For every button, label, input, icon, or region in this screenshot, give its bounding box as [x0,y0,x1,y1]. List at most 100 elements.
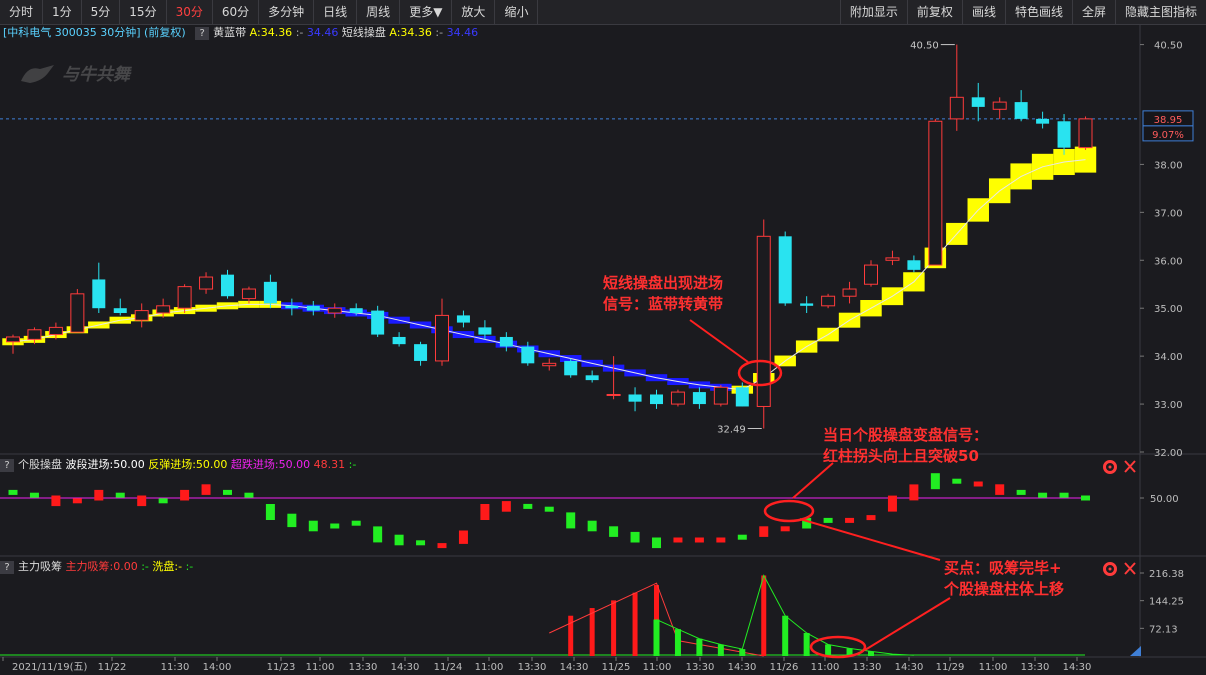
price-tick-label: 36.00 [1154,256,1183,267]
band-segment [474,335,496,343]
toolbar-button[interactable]: 特色画线 [1004,0,1072,24]
toolbar-button[interactable]: 多分钟 [259,0,315,24]
candle-body [992,101,1007,110]
close-icon[interactable] [1124,562,1136,575]
toolbar-button[interactable]: 放大 [452,0,496,24]
time-tick-label: 11:00 [811,662,840,673]
sub1-bar [780,526,790,532]
sub1-bar [437,543,447,549]
time-tick-label: 14:30 [1063,662,1092,673]
time-tick-label: 11:00 [306,662,335,673]
current-price-box [1142,110,1194,127]
price-tick-label: 34.00 [1154,352,1183,363]
toolbar-button[interactable]: 15分 [120,0,167,24]
sub1-bar [930,473,940,490]
annotation-entry-signal: 短线操盘出现进场 信号：蓝带转黄带 [603,273,723,315]
band-segment [345,309,367,317]
annotation-arrow [792,462,834,499]
band-segment [1053,149,1075,176]
toolbar-button[interactable]: 1分 [43,0,82,24]
toolbar-button[interactable]: 更多▼ [400,0,453,24]
sub2-green-bar [803,632,810,656]
band-segment [881,287,904,306]
sub1-bar [201,484,211,495]
sub1-bar [630,531,640,543]
band-segment [130,314,153,322]
sub2-axis-label: 72.13 [1149,624,1178,635]
annotation-buy-point: 买点：吸筹完毕+ 个股操盘柱体上移 [944,558,1064,600]
sub1-bar [29,492,39,498]
candle-body [306,305,320,311]
help-icon[interactable]: ? [0,458,14,472]
candle-body [542,362,557,367]
toolbar-button[interactable]: 缩小 [495,0,539,24]
toolbar-button[interactable]: 附加显示 [839,0,907,24]
help-icon[interactable]: ? [195,26,210,40]
annotation-ellipse [737,359,783,387]
candle-body [478,327,492,335]
candle-body [70,293,85,333]
toolbar-button[interactable]: 60分 [213,0,260,24]
toolbar-button[interactable]: 画线 [961,0,1005,24]
ind1-sep: :- [295,26,304,39]
band-segment [238,300,260,308]
period-tabs: 分时 1分 5分 15分 30分 60分 多分钟 日线 周线 更多▼ 放大 缩小 [0,0,539,24]
sub1-bar [351,520,361,526]
sub1-bar [694,537,704,543]
candle-body [778,236,792,304]
candle-body [521,346,535,364]
toolbar-button[interactable]: 前复权 [906,0,962,24]
sub1-bar [51,495,61,507]
close-icon[interactable] [1124,460,1136,473]
candle-body [414,344,428,361]
candle-body [27,329,42,340]
ind2-value-b: 34.46 [446,26,479,39]
band-segment [924,247,947,269]
toolbar-button[interactable]: 全屏 [1071,0,1115,24]
toolbar-button[interactable]: 日线 [314,0,358,24]
annotation-line: 红柱拐头向上且突破50 [823,447,979,465]
toolbar-button[interactable]: 30分 [167,0,213,24]
toolbar-button[interactable]: 周线 [357,0,401,24]
toolbar-button[interactable]: 隐藏主图指标 [1114,0,1206,24]
time-tick-label: 13:30 [518,662,547,673]
toolbar-button[interactable]: 5分 [82,0,121,24]
toolbar-button[interactable]: 分时 [0,0,44,24]
sub1-param4: 48.31 [313,458,346,471]
time-tick-label: 11/26 [770,662,799,673]
sub1-bar [223,489,232,495]
time-tick-label: 11:00 [475,662,504,673]
gear-icon[interactable] [1103,460,1117,474]
sub1-bar [394,534,404,546]
help-icon[interactable]: ? [0,560,14,574]
candle-body [949,96,964,120]
candle-body [928,120,943,266]
change-label: 9.07% [1152,130,1184,141]
sub1-bar [802,517,812,529]
annotation-line: 短线操盘出现进场 [603,274,724,292]
price-tick-label: 35.00 [1154,304,1183,315]
candle-body [842,288,857,297]
ind2-sep: :- [435,26,444,39]
candle-body [156,305,171,314]
band-segment [495,340,518,348]
sub1-bar [544,506,554,512]
stock-title[interactable]: [中科电气 300035 30分钟] (前复权) [3,26,186,39]
band-segment [1031,153,1054,180]
candle-body [92,279,106,309]
sub1-bar [158,498,168,504]
gear-icon[interactable] [1103,562,1117,576]
sub2-green-line [656,574,914,656]
sub1-bar [737,534,747,540]
candle-body [735,387,749,407]
sub1-bar [1059,492,1069,498]
time-tick-label: 13:30 [349,662,378,673]
candle-body [371,310,385,335]
sub1-bar [973,481,983,487]
band-segment [710,383,732,391]
period-toolbar: 分时 1分 5分 15分 30分 60分 多分钟 日线 周线 更多▼ 放大 缩小 附加显示 前复权 画线特… [0,0,1206,25]
sub1-bar [287,513,297,528]
band-segment [366,311,389,319]
time-tick-label: 13:30 [686,662,715,673]
candle-body [971,97,985,107]
